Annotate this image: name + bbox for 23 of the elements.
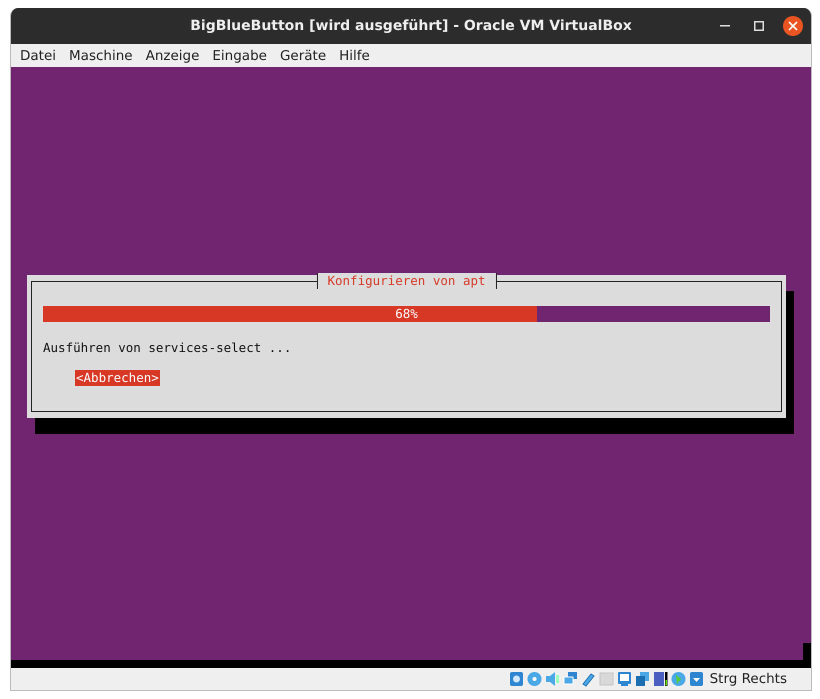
video-capture-icon[interactable] [634,671,650,687]
maximize-icon [754,21,764,31]
window-title: BigBlueButton [wird ausgeführt] - Oracle VM VirtualBox [190,18,632,34]
progress-label: 68% [395,306,418,322]
usb-icon[interactable] [580,671,596,687]
speaker-icon[interactable] [544,671,560,687]
host-key-label: Strg Rechts [710,671,787,687]
network-icon[interactable] [562,671,578,687]
optical-disc-icon[interactable] [526,671,542,687]
cancel-button[interactable]: <Abbrechen> [75,370,160,386]
menu-item[interactable]: Eingabe [212,48,267,64]
status-message: Ausführen von services-select ... [43,340,292,355]
menu-item[interactable]: Datei [20,48,56,64]
dialog-title: Konfigurieren von apt [316,273,497,289]
close-icon [788,21,798,31]
display-icon[interactable] [616,671,632,687]
minimize-icon [720,25,730,27]
menu-item[interactable]: Maschine [69,48,133,64]
close-button[interactable] [783,16,803,36]
menu-item[interactable]: Anzeige [146,48,200,64]
menu-item[interactable]: Hilfe [339,48,370,64]
menu-item[interactable]: Geräte [280,48,326,64]
cpu-icon[interactable] [652,671,668,687]
